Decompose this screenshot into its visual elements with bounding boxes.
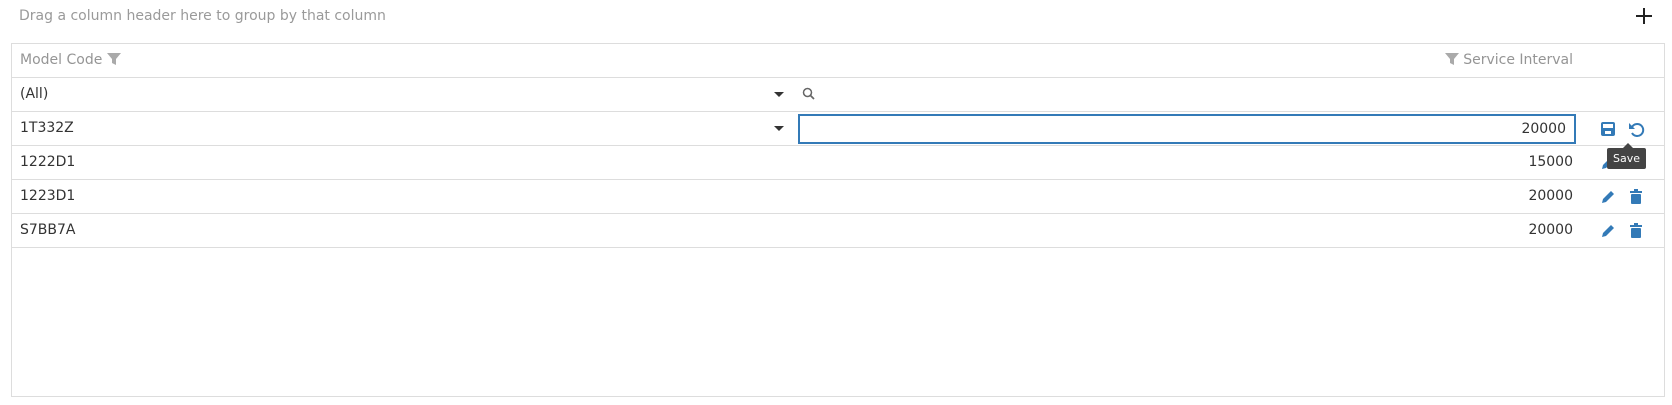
service-interval-input[interactable] bbox=[798, 114, 1576, 144]
group-panel: Drag a column header here to group by th… bbox=[0, 0, 1672, 32]
trash-icon[interactable] bbox=[1626, 187, 1646, 207]
model-code-cell: 1223D1 bbox=[20, 188, 76, 204]
group-panel-hint: Drag a column header here to group by th… bbox=[19, 8, 386, 24]
search-icon[interactable] bbox=[801, 86, 817, 102]
save-icon[interactable] bbox=[1598, 119, 1618, 139]
trash-icon[interactable] bbox=[1626, 221, 1646, 241]
save-tooltip: Save bbox=[1607, 143, 1647, 169]
column-header-label: Service Interval bbox=[1463, 52, 1573, 68]
table-row[interactable]: 1T332Z bbox=[12, 112, 1664, 146]
model-code-cell: S7BB7A bbox=[20, 222, 76, 238]
chevron-down-icon[interactable] bbox=[774, 92, 784, 97]
service-interval-cell: 20000 bbox=[1528, 188, 1573, 204]
add-row-button[interactable] bbox=[1632, 4, 1656, 28]
filter-row: (All) bbox=[12, 78, 1664, 112]
edit-icon[interactable] bbox=[1598, 187, 1618, 207]
header-row: Model Code Service Interval bbox=[12, 44, 1664, 78]
column-header-service-interval[interactable]: Service Interval bbox=[1444, 52, 1573, 68]
table-row[interactable]: 1222D1 15000 bbox=[12, 146, 1664, 180]
model-code-filter-select[interactable]: (All) bbox=[20, 86, 48, 102]
data-grid: Model Code Service Interval (All) 1T332Z… bbox=[11, 43, 1665, 397]
model-code-cell: 1222D1 bbox=[20, 154, 76, 170]
service-interval-cell: 20000 bbox=[1528, 222, 1573, 238]
service-interval-cell: 15000 bbox=[1528, 154, 1573, 170]
filter-icon[interactable] bbox=[106, 52, 121, 66]
table-row[interactable]: 1223D1 20000 bbox=[12, 180, 1664, 214]
filter-icon[interactable] bbox=[1444, 52, 1459, 66]
undo-icon[interactable] bbox=[1626, 119, 1646, 139]
column-header-label: Model Code bbox=[20, 52, 103, 68]
model-code-cell[interactable]: 1T332Z bbox=[20, 120, 74, 136]
edit-icon[interactable] bbox=[1598, 221, 1618, 241]
chevron-down-icon[interactable] bbox=[774, 126, 784, 131]
column-header-model-code[interactable]: Model Code bbox=[20, 52, 121, 68]
table-row[interactable]: S7BB7A 20000 bbox=[12, 214, 1664, 248]
